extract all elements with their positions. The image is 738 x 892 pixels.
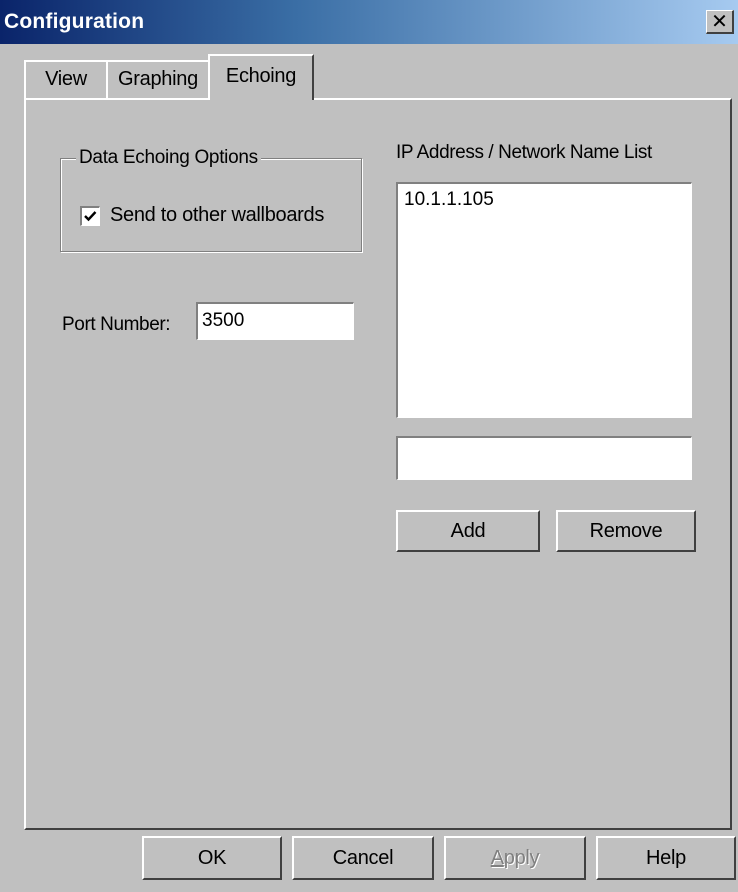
port-number-label: Port Number:	[62, 314, 171, 335]
ok-button[interactable]: OK	[142, 836, 282, 880]
ip-list-label: IP Address / Network Name List	[396, 142, 652, 163]
cancel-button[interactable]: Cancel	[292, 836, 434, 880]
window-title: Configuration	[4, 10, 145, 33]
send-to-wallboards-checkbox[interactable]	[80, 206, 100, 226]
send-to-wallboards-label[interactable]: Send to other wallboards	[110, 204, 324, 227]
apply-mnemonic: A	[490, 847, 504, 869]
tab-echoing[interactable]: Echoing	[208, 54, 314, 100]
close-icon: ✕	[711, 9, 728, 33]
ip-address-input[interactable]	[396, 436, 692, 480]
group-label: Data Echoing Options	[76, 146, 261, 170]
checkmark-icon	[84, 211, 97, 222]
add-button[interactable]: Add	[396, 510, 540, 552]
tab-view[interactable]: View	[24, 60, 108, 98]
title-bar: Configuration ✕	[0, 0, 738, 44]
close-button[interactable]: ✕	[706, 10, 734, 34]
apply-label-rest: pply	[503, 847, 540, 869]
ip-address-list[interactable]: 10.1.1.105	[396, 182, 692, 418]
list-item[interactable]: 10.1.1.105	[398, 184, 691, 211]
port-number-input[interactable]: 3500	[196, 302, 354, 340]
help-button[interactable]: Help	[596, 836, 736, 880]
tab-graphing[interactable]: Graphing	[106, 60, 210, 98]
remove-button[interactable]: Remove	[556, 510, 696, 552]
apply-button[interactable]: Apply	[444, 836, 586, 880]
